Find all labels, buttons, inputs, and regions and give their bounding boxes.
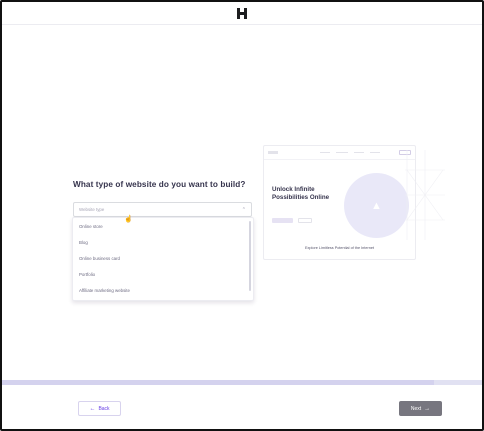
website-type-options: Online store Blog Online business card P…	[72, 217, 254, 301]
pointer-cursor-icon: ☝	[124, 216, 133, 223]
preview-navbar	[264, 146, 415, 160]
preview-nav-link	[336, 152, 348, 153]
option-blog[interactable]: Blog	[73, 234, 253, 250]
back-button[interactable]: ← Back	[78, 401, 121, 416]
question-title: What type of website do you want to buil…	[73, 180, 246, 189]
next-button[interactable]: Next →	[399, 401, 442, 416]
preview-logo	[268, 151, 278, 154]
preview-primary-button	[272, 218, 293, 223]
back-label: Back	[98, 405, 110, 412]
preview-headline: Unlock Infinite Possibilities Online	[272, 186, 330, 201]
arrow-left-icon: ←	[89, 405, 96, 412]
progress-fill	[2, 380, 434, 385]
decorative-grid-lines	[405, 150, 445, 240]
chevron-up-icon[interactable]: ⌃	[242, 207, 246, 213]
option-online-business-card[interactable]: Online business card	[73, 250, 253, 266]
arrow-right-icon: →	[424, 405, 431, 412]
website-type-select[interactable]: Website type ⌃	[73, 202, 252, 217]
option-portfolio[interactable]: Portfolio	[73, 266, 253, 282]
website-preview-card: Unlock Infinite Possibilities Online ▲ E…	[263, 145, 416, 260]
image-icon: ▲	[371, 199, 382, 212]
preview-nav-link	[354, 152, 364, 153]
preview-secondary-button	[298, 218, 312, 223]
select-placeholder: Website type	[79, 207, 105, 212]
preview-caption: Explore Limitless Potential of the Inter…	[304, 246, 374, 250]
dropdown-scrollbar[interactable]	[249, 221, 251, 291]
option-online-store[interactable]: Online store	[73, 218, 253, 234]
hostinger-logo-icon	[237, 7, 247, 19]
preview-nav-link	[370, 152, 380, 153]
option-affiliate-marketing-website[interactable]: Affiliate marketing website	[73, 282, 253, 298]
next-label: Next	[410, 405, 422, 412]
preview-hero-image: ▲	[344, 173, 409, 238]
preview-nav-link	[320, 152, 330, 153]
top-bar	[2, 2, 482, 25]
